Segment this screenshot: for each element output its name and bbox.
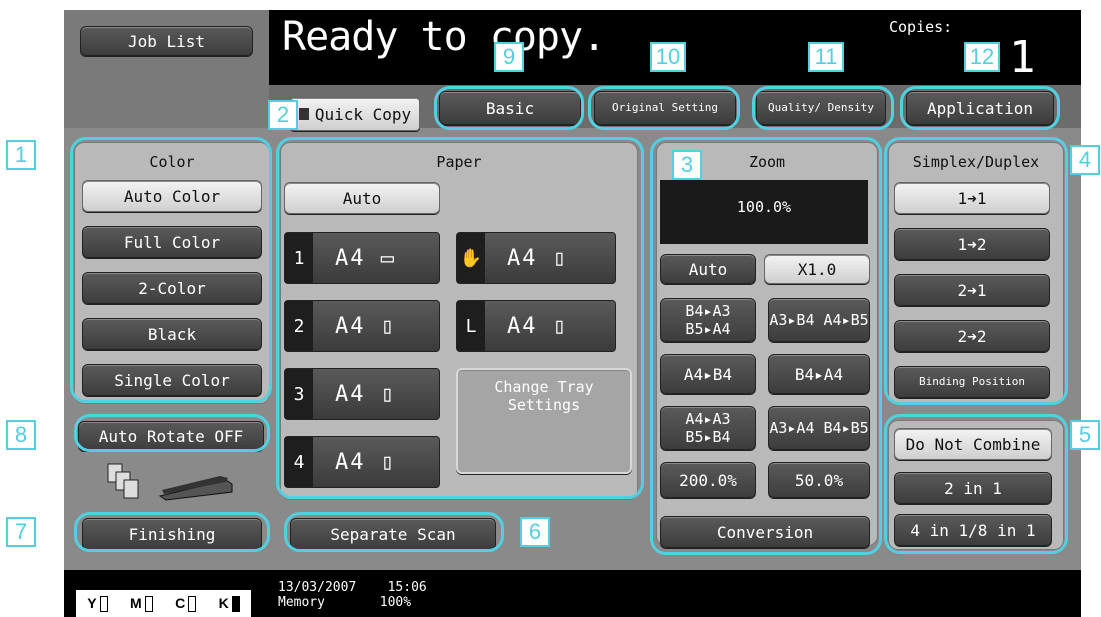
tray-4-button[interactable]: 4 A4 ▯ — [284, 436, 440, 488]
bottom-status-bar: Y M C K 13/03/2007 15:06 Memory 100% — [64, 570, 1081, 617]
tray-3-button[interactable]: 3 A4 ▯ — [284, 368, 440, 420]
zoom-50-button[interactable]: 50.0% — [768, 462, 870, 498]
callout-8: 8 — [6, 420, 36, 450]
tray-size: A4 ▯ — [507, 245, 568, 271]
color-panel-title: Color — [149, 153, 195, 171]
black-button[interactable]: Black — [82, 318, 262, 350]
toner-yellow: Y — [87, 594, 108, 613]
tab-original-setting[interactable]: Original Setting — [594, 91, 736, 125]
tray-number: 1 — [285, 233, 313, 283]
zoom-a4-a3-button[interactable]: A4▸A3 B5▸B4 — [660, 406, 756, 450]
stapler-icon — [156, 470, 236, 502]
duplex-2-1-button[interactable]: 2➜1 — [894, 274, 1050, 306]
tab-basic[interactable]: Basic — [439, 91, 581, 125]
separate-scan-button[interactable]: Separate Scan — [290, 518, 496, 550]
toner-label: K — [218, 594, 229, 611]
callout-12: 12 — [964, 42, 1000, 72]
rotate-pages-icon — [104, 460, 144, 500]
tray-number: 4 — [285, 437, 313, 487]
tray-size: A4 ▯ — [335, 449, 396, 475]
duplex-1-2-button[interactable]: 1➜2 — [894, 228, 1050, 260]
binding-position-button[interactable]: Binding Position — [894, 366, 1050, 398]
callout-10: 10 — [650, 42, 686, 72]
lct-tray-button[interactable]: L A4 ▯ — [456, 300, 616, 352]
single-color-button[interactable]: Single Color — [82, 364, 262, 396]
toner-label: M — [129, 594, 142, 611]
play-icon — [298, 108, 309, 120]
toner-indicator: Y M C K — [76, 590, 251, 617]
conversion-button[interactable]: Conversion — [660, 516, 870, 548]
finishing-button[interactable]: Finishing — [82, 518, 262, 550]
tab-quick-copy-label: Quick Copy — [314, 104, 412, 124]
tray-1-button[interactable]: 1 A4 ▭ — [284, 232, 440, 284]
four-in-one-button[interactable]: 4 in 1/8 in 1 — [894, 514, 1052, 546]
zoom-a3-b4-button[interactable]: A3▸B4 A4▸B5 — [768, 298, 870, 342]
memory-label: Memory — [278, 595, 325, 610]
tray-size: A4 ▯ — [335, 381, 396, 407]
hand-icon: ✋ — [457, 233, 485, 283]
tray-size: A4 ▭ — [335, 245, 396, 271]
copies-label: Copies: — [889, 18, 953, 36]
callout-11: 11 — [808, 42, 844, 72]
status-message: Ready to copy. — [282, 14, 606, 60]
do-not-combine-button[interactable]: Do Not Combine — [894, 428, 1052, 460]
duplex-2-2-button[interactable]: 2➜2 — [894, 320, 1050, 352]
toner-cyan: C — [175, 594, 197, 613]
memory-value: 100% — [379, 595, 412, 610]
callout-2: 2 — [268, 100, 298, 130]
time-text: 15:06 — [387, 580, 427, 595]
job-list-button[interactable]: Job List — [80, 26, 253, 56]
tab-application[interactable]: Application — [906, 91, 1054, 125]
duplex-panel-title: Simplex/Duplex — [912, 153, 1040, 171]
callout-6: 6 — [520, 517, 550, 547]
tray-size: A4 ▯ — [335, 313, 396, 339]
toner-label: Y — [87, 594, 97, 611]
zoom-a3-a4-button[interactable]: A3▸A4 B4▸B5 — [768, 406, 870, 450]
callout-9: 9 — [494, 42, 524, 72]
zoom-b4-a3-button[interactable]: B4▸A3 B5▸A4 — [660, 298, 756, 342]
toner-level-bar — [188, 596, 197, 613]
two-in-one-button[interactable]: 2 in 1 — [894, 472, 1052, 504]
callout-5: 5 — [1070, 420, 1100, 450]
zoom-display: 100.0% — [660, 180, 868, 244]
toner-level-bar — [99, 596, 108, 613]
callout-3: 3 — [672, 150, 702, 180]
toner-level-bar — [231, 596, 240, 613]
tab-quick-copy[interactable]: Quick Copy — [290, 97, 420, 131]
toner-level-bar — [144, 596, 153, 613]
zoom-x1-button[interactable]: X1.0 — [764, 254, 870, 284]
toner-magenta: M — [129, 594, 153, 613]
tray-number: 3 — [285, 369, 313, 419]
copies-value: 1 — [1009, 32, 1036, 83]
auto-rotate-button[interactable]: Auto Rotate OFF — [78, 421, 264, 451]
toner-label: C — [175, 594, 186, 611]
tray-number: 2 — [285, 301, 313, 351]
toner-black: K — [218, 594, 240, 613]
zoom-b4-a4-button[interactable]: B4▸A4 — [768, 354, 870, 394]
paper-auto-button[interactable]: Auto — [284, 182, 440, 214]
tray-number: L — [457, 301, 485, 351]
callout-4: 4 — [1070, 145, 1100, 175]
callout-1: 1 — [6, 140, 36, 170]
change-tray-settings-button[interactable]: Change Tray Settings — [456, 368, 632, 474]
date-time: 13/03/2007 15:06 Memory 100% — [278, 580, 427, 610]
zoom-200-button[interactable]: 200.0% — [660, 462, 756, 498]
zoom-a4-b4-button[interactable]: A4▸B4 — [660, 354, 756, 394]
callout-7: 7 — [6, 517, 36, 547]
bypass-tray-button[interactable]: ✋ A4 ▯ — [456, 232, 616, 284]
duplex-1-1-button[interactable]: 1➜1 — [894, 182, 1050, 214]
date-text: 13/03/2007 — [278, 580, 357, 595]
auto-color-button[interactable]: Auto Color — [82, 180, 262, 212]
tray-2-button[interactable]: 2 A4 ▯ — [284, 300, 440, 352]
copier-screen: Job List Ready to copy. Copies: 1 Quick … — [64, 10, 1081, 617]
paper-panel-title: Paper — [436, 153, 482, 171]
two-color-button[interactable]: 2-Color — [82, 272, 262, 304]
tab-quality-density[interactable]: Quality/ Density — [756, 91, 886, 125]
zoom-auto-button[interactable]: Auto — [660, 254, 756, 284]
tray-size: A4 ▯ — [507, 313, 568, 339]
full-color-button[interactable]: Full Color — [82, 226, 262, 258]
